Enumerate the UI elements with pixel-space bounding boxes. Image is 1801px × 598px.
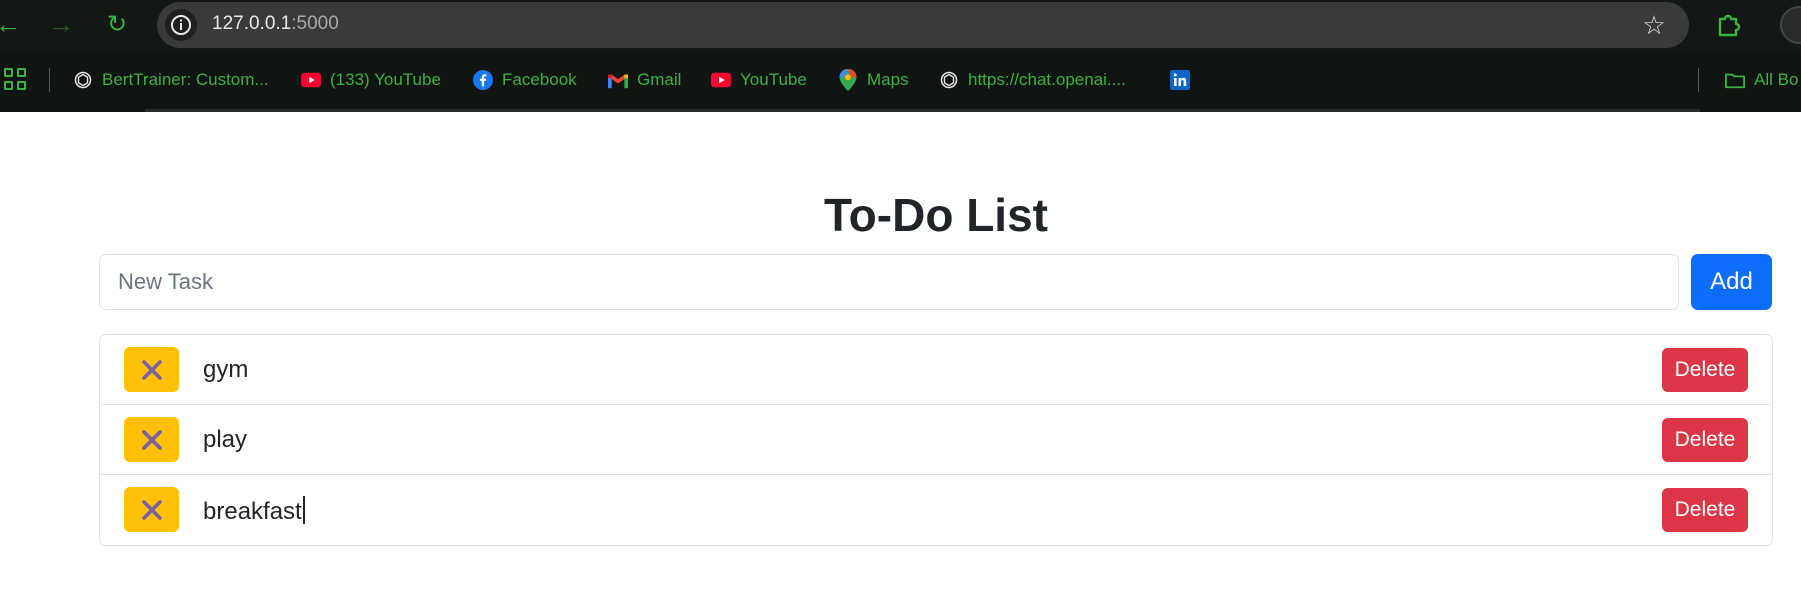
bookmark-facebook[interactable]: Facebook	[473, 67, 577, 93]
bookmarks-bar: BertTrainer: Custom... (133) YouTube Fac…	[0, 58, 1801, 102]
gmail-icon	[608, 70, 628, 90]
text-caret	[302, 496, 305, 524]
delete-task-button[interactable]: Delete	[1662, 348, 1748, 392]
task-text-container: breakfast	[203, 496, 305, 526]
extensions-puzzle-icon[interactable]	[1712, 8, 1746, 42]
back-arrow-icon[interactable]: ←	[0, 8, 24, 40]
task-row: gym Delete	[100, 335, 1772, 405]
bookmark-label: BertTrainer: Custom...	[102, 70, 269, 89]
bookmark-berttrainer[interactable]: BertTrainer: Custom...	[73, 67, 269, 93]
task-row: breakfast Delete	[100, 475, 1772, 545]
forward-arrow-icon[interactable]: →	[45, 8, 77, 40]
bookmarks-divider	[1698, 68, 1699, 92]
maps-icon	[838, 69, 858, 91]
url-port: :5000	[291, 13, 339, 34]
url-text[interactable]: 127.0.0.1:5000	[212, 13, 339, 35]
openai-icon	[73, 70, 93, 90]
bookmarks-divider	[49, 68, 50, 92]
bookmark-maps[interactable]: Maps	[838, 67, 909, 93]
task-row: play Delete	[100, 405, 1772, 475]
openai-icon	[939, 70, 959, 90]
task-text: play	[203, 426, 248, 453]
bookmark-label: YouTube	[740, 70, 807, 89]
profile-avatar[interactable]	[1780, 6, 1801, 44]
task-text: breakfast	[203, 498, 302, 525]
task-list: gym Delete play Delete breakfast Delete	[99, 334, 1773, 546]
youtube-icon	[711, 70, 731, 90]
bookmark-linkedin[interactable]	[1170, 67, 1190, 93]
task-text: gym	[203, 356, 249, 383]
facebook-icon	[473, 70, 493, 90]
close-x-icon	[141, 359, 162, 380]
browser-chrome: ← → ↻ 127.0.0.1:5000 ☆ BertTrainer: Cust…	[0, 0, 1801, 112]
new-task-input[interactable]	[99, 254, 1679, 310]
bookmark-label: Gmail	[637, 70, 682, 89]
bookmark-label: https://chat.openai....	[968, 70, 1126, 89]
bookmark-star-icon[interactable]: ☆	[1639, 10, 1669, 40]
site-info-icon[interactable]	[165, 9, 197, 41]
close-x-icon	[141, 429, 162, 450]
delete-task-button[interactable]: Delete	[1662, 418, 1748, 462]
folder-icon	[1725, 70, 1745, 90]
reload-icon[interactable]: ↻	[101, 8, 133, 40]
toggle-complete-button[interactable]	[124, 487, 179, 532]
bookmark-gmail[interactable]: Gmail	[608, 67, 681, 93]
linkedin-icon	[1170, 70, 1190, 90]
bookmark-label: Facebook	[502, 70, 577, 89]
bookmark-youtube-133[interactable]: (133) YouTube	[301, 67, 441, 93]
all-bookmarks-folder[interactable]: All Bo	[1725, 67, 1798, 93]
toggle-complete-button[interactable]	[124, 347, 179, 392]
add-task-button[interactable]: Add	[1691, 254, 1772, 310]
youtube-icon	[301, 70, 321, 90]
page-title: To-Do List	[824, 189, 1048, 241]
delete-task-button[interactable]: Delete	[1662, 488, 1748, 532]
page-content: To-Do List Add gym Delete play Delete br…	[0, 112, 1801, 598]
browser-toolbar: ← → ↻ 127.0.0.1:5000 ☆	[0, 0, 1801, 50]
toggle-complete-button[interactable]	[124, 417, 179, 462]
close-x-icon	[141, 499, 162, 520]
address-bar[interactable]: 127.0.0.1:5000 ☆	[157, 2, 1689, 48]
bookmark-chat-openai[interactable]: https://chat.openai....	[939, 67, 1126, 93]
bookmark-label: (133) YouTube	[330, 70, 441, 89]
apps-grid-icon[interactable]	[4, 68, 26, 90]
bookmark-youtube[interactable]: YouTube	[711, 67, 807, 93]
bookmark-label: Maps	[867, 70, 909, 89]
bookmark-label: All Bo	[1754, 70, 1799, 89]
url-host: 127.0.0.1	[212, 13, 292, 34]
